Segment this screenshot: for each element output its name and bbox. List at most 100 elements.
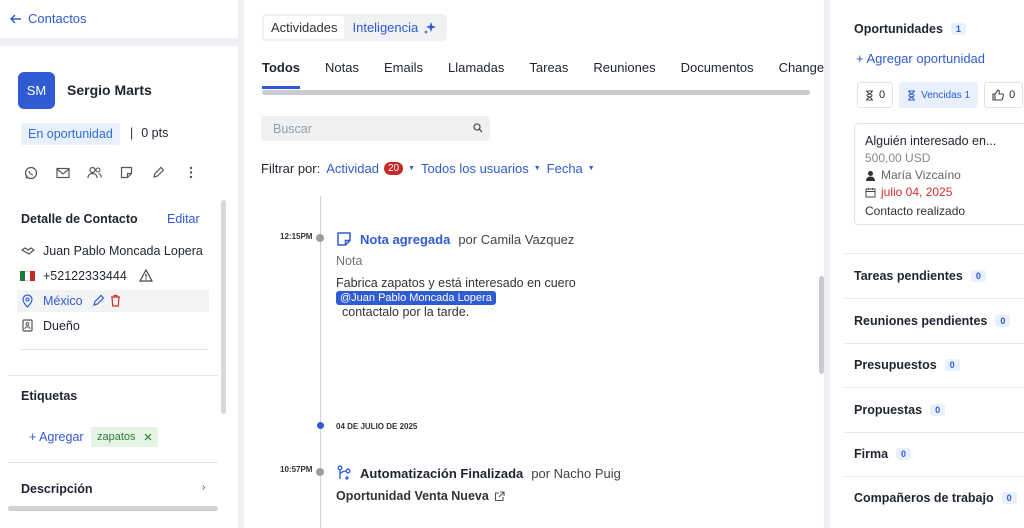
stage-badge[interactable]: En oportunidad — [21, 123, 120, 145]
divider — [844, 387, 1024, 388]
tab-reuniones[interactable]: Reuniones — [593, 60, 655, 90]
back-label: Contactos — [28, 11, 87, 26]
opportunity-link[interactable]: Oportunidad Venta Nueva — [336, 489, 505, 503]
filter-label: Filtrar por: — [261, 161, 321, 176]
entry-author: por Nacho Puig — [531, 465, 621, 481]
external-link-icon — [494, 490, 505, 502]
email-icon[interactable] — [55, 165, 70, 180]
pending-filter[interactable]: 0 — [857, 82, 894, 108]
mode-activities[interactable]: Actividades — [264, 16, 345, 39]
filter-activity[interactable]: Actividad 20 ▼ — [326, 161, 415, 176]
tab-llamadas[interactable]: Llamadas — [448, 60, 504, 90]
opportunity-card[interactable]: Alguién interesado en... 500,00 USD Marí… — [854, 123, 1024, 225]
note-icon[interactable] — [119, 165, 134, 180]
trash-icon[interactable] — [108, 293, 123, 308]
tab-emails[interactable]: Emails — [384, 60, 423, 90]
sidebar-scrollbar[interactable] — [221, 200, 226, 414]
tabs-scrollbar[interactable] — [262, 90, 810, 95]
timeline-scrollbar[interactable] — [819, 276, 824, 374]
divider — [844, 343, 1024, 344]
tab-changelog[interactable]: Changelog — [779, 60, 824, 90]
description-title[interactable]: Descripción — [21, 482, 93, 496]
edit-details-link[interactable]: Editar — [167, 212, 200, 226]
id-badge-icon — [20, 318, 35, 333]
activity-count-badge: 20 — [383, 162, 404, 175]
filter-date[interactable]: Fecha ▼ — [547, 161, 595, 176]
owner-label-row: Dueño — [20, 318, 80, 333]
section-count: 0 — [930, 404, 946, 416]
divider — [20, 349, 208, 350]
arrow-left-icon — [10, 14, 22, 24]
section-firma[interactable]: Firma 0 — [854, 447, 912, 461]
location-pin-icon — [20, 293, 35, 308]
timeline-dot — [316, 468, 324, 476]
add-tag-button[interactable]: + Agregar — [29, 430, 84, 444]
timeline-dot — [316, 234, 324, 242]
filter-date-label: Fecha — [546, 161, 583, 176]
section-label: Compañeros de trabajo — [854, 491, 994, 505]
entry-header: Automatización Finalizada por Nacho Puig — [336, 465, 621, 481]
points: 0 pts — [130, 126, 168, 140]
caret-down-icon: ▼ — [408, 165, 416, 172]
timeline-line — [320, 196, 321, 528]
overdue-label: Vencidas 1 — [921, 89, 971, 101]
note-body: Fabrica zapatos y está interesado en cue… — [336, 276, 576, 290]
phone-number[interactable]: +52122333444 — [43, 269, 127, 283]
user-mention[interactable]: @Juan Pablo Moncada Lopera — [336, 291, 496, 305]
section-companeros[interactable]: Compañeros de trabajo 0 — [854, 491, 1017, 505]
overdue-filter[interactable]: Vencidas 1 — [899, 82, 979, 108]
won-filter[interactable]: 0 — [984, 82, 1024, 108]
section-propuestas[interactable]: Propuestas 0 — [854, 403, 946, 417]
pencil-icon[interactable] — [91, 293, 106, 308]
section-label: Firma — [854, 447, 889, 461]
date-separator: 04 DE JULIO DE 2025 — [336, 422, 418, 431]
filter-users[interactable]: Todos los usuarios ▼ — [421, 161, 541, 176]
tab-tareas[interactable]: Tareas — [529, 60, 568, 90]
automation-icon — [336, 465, 352, 481]
warning-icon — [139, 268, 154, 283]
phone-row: +52122333444 — [20, 268, 154, 283]
user-icon — [865, 170, 876, 181]
opportunity-stats: 0 Vencidas 1 0 — [857, 82, 1024, 108]
users-icon[interactable] — [87, 165, 102, 180]
contact-sidebar: Contactos SM Sergio Marts En oportunidad… — [0, 0, 238, 528]
country-name[interactable]: México — [43, 294, 83, 308]
section-tareas[interactable]: Tareas pendientes 0 — [854, 269, 986, 283]
section-count: 0 — [995, 315, 1011, 327]
close-icon[interactable] — [144, 433, 152, 441]
filter-activity-label: Actividad — [326, 161, 379, 176]
section-presupuestos[interactable]: Presupuestos 0 — [854, 358, 960, 372]
country-row: México — [20, 293, 123, 308]
section-reuniones[interactable]: Reuniones pendientes 0 — [854, 314, 1011, 328]
owner-row: Juan Pablo Moncada Lopera — [20, 243, 203, 258]
sidebar-horizontal-scrollbar[interactable] — [8, 506, 218, 511]
hourglass-icon — [907, 89, 916, 101]
caret-down-icon: ▼ — [587, 165, 595, 172]
section-label: Propuestas — [854, 403, 923, 417]
add-opportunity-button[interactable]: + Agregar oportunidad — [856, 51, 985, 66]
note-icon — [336, 231, 352, 247]
whatsapp-icon[interactable] — [23, 165, 38, 180]
mode-intelligence[interactable]: Inteligencia — [344, 20, 445, 35]
related-panel: Oportunidades 1 + Agregar oportunidad 0 … — [830, 0, 1024, 528]
chevron-right-icon[interactable]: › — [202, 482, 205, 493]
entry-title[interactable]: Automatización Finalizada — [360, 466, 523, 481]
section-count: 0 — [970, 270, 986, 282]
search-icon — [473, 123, 483, 133]
entry-title[interactable]: Nota agregada — [360, 232, 450, 247]
calendar-icon — [865, 187, 876, 198]
section-count: 0 — [944, 359, 960, 371]
opportunities-title: Oportunidades — [854, 22, 943, 36]
search-input[interactable] — [261, 116, 490, 141]
tag-chip: zapatos — [91, 427, 158, 447]
filter-users-label: Todos los usuarios — [421, 161, 529, 176]
opportunity-amount: 500,00 USD — [865, 151, 931, 165]
section-label: Presupuestos — [854, 358, 937, 372]
edit-icon[interactable] — [151, 165, 166, 180]
tab-documentos[interactable]: Documentos — [681, 60, 754, 90]
more-icon[interactable] — [183, 165, 198, 180]
tab-notas[interactable]: Notas — [325, 60, 359, 90]
back-link[interactable]: Contactos — [10, 11, 87, 26]
back-bar: Contactos — [0, 0, 238, 38]
tab-todos[interactable]: Todos — [262, 60, 301, 90]
